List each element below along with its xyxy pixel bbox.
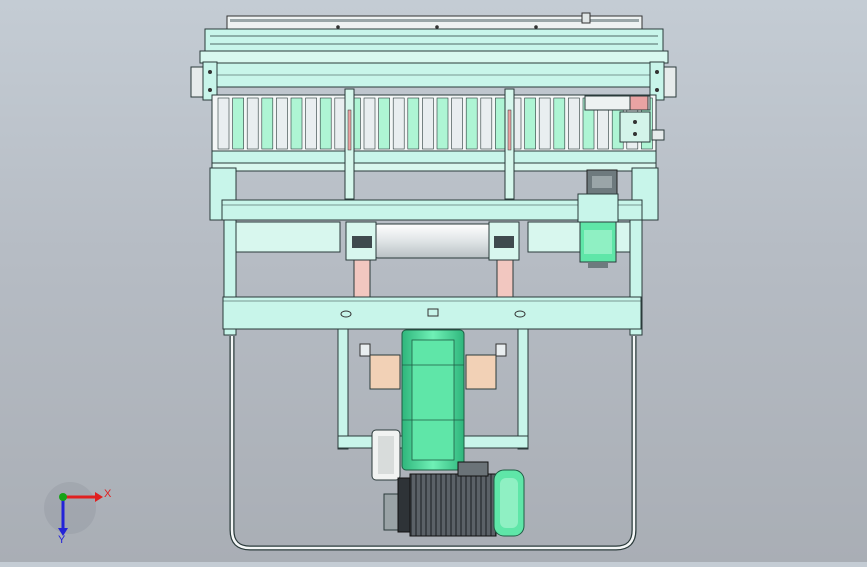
roller-slat [392,97,405,150]
roller-slat [217,97,230,150]
auxiliary-motor [577,193,619,268]
roller-slat [436,97,449,150]
y-axis-label: Y [58,534,66,546]
roller-slat [363,97,376,150]
side-bracket-right [649,61,677,101]
roller-slat [246,97,259,150]
main-motor [397,461,525,537]
machine-drawing: X Y [44,12,677,551]
roller-slat [422,97,434,150]
roller-slat [407,97,420,150]
top-rail-assembly [199,12,669,88]
roller-slat [232,97,244,150]
drum-roller [345,221,520,301]
y-axis-dot [59,493,67,501]
cad-viewport[interactable]: X Y [0,0,867,562]
side-bracket-left [190,61,218,101]
roller-slat [465,97,478,150]
roller-slat [305,97,317,150]
lower-cross-beam [222,296,642,330]
roller-slat [480,97,493,150]
roller-slat [261,97,274,150]
roller-slat [290,97,303,150]
roller-slat [568,97,580,150]
x-axis-label: X [104,488,112,500]
gearbox [401,329,465,471]
axis-triad: X Y [44,482,112,546]
roller-slat [334,97,347,150]
roller-slat [553,97,566,150]
roller-slat [276,97,288,150]
roller-slat [451,97,463,150]
belt-pulley [371,429,401,531]
roller-slat [538,97,551,150]
roller-slat [524,97,536,150]
roller-slat [378,97,390,150]
roller-slat [319,97,332,150]
